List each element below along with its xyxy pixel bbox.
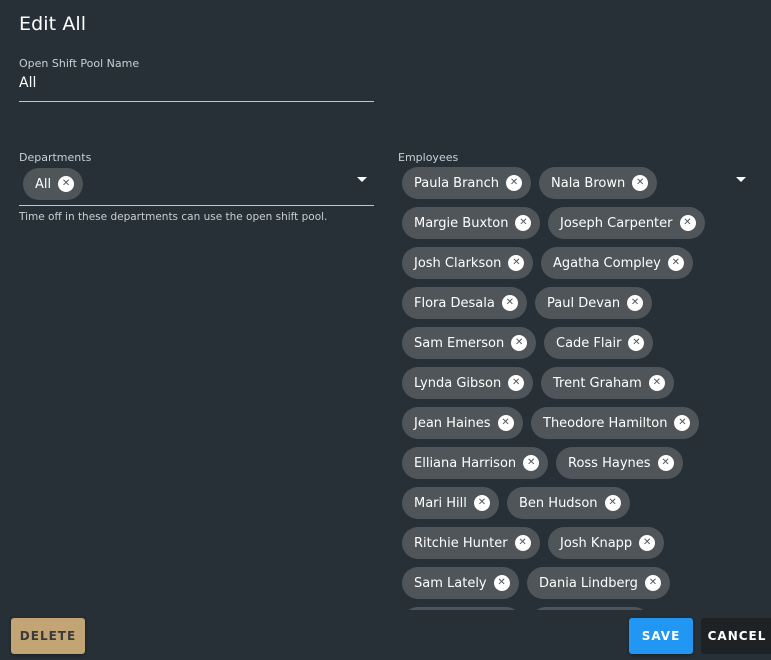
close-circle-icon[interactable]: ✕ xyxy=(639,535,656,551)
employee-chip-label: Cade Flair xyxy=(556,335,622,351)
close-circle-icon[interactable]: ✕ xyxy=(508,375,525,391)
employee-chip: Agatha Compley ✕ xyxy=(541,247,693,279)
employee-chip-label: Josh Clarkson xyxy=(414,255,502,271)
employee-chip: Theodore Hamilton ✕ xyxy=(531,407,700,439)
employee-chip: Sam Emerson ✕ xyxy=(402,327,537,359)
employee-chip-label: Jean Haines xyxy=(414,415,491,431)
employee-chip: Josh Clarkson ✕ xyxy=(402,247,534,279)
employee-chip-label: Mari Hill xyxy=(414,495,467,511)
employee-chip: Trent Graham ✕ xyxy=(541,367,674,399)
employee-chip-label: Paula Branch xyxy=(414,175,500,191)
departments-label: Departments xyxy=(19,151,92,164)
employee-chip-label: Margie Buxton xyxy=(414,215,509,231)
employee-chip: Jean Haines ✕ xyxy=(402,407,523,439)
close-circle-icon[interactable]: ✕ xyxy=(58,176,75,192)
department-chip-label: All xyxy=(35,176,52,192)
close-circle-icon[interactable]: ✕ xyxy=(604,495,621,511)
departments-underline xyxy=(19,205,374,206)
save-button[interactable]: SAVE xyxy=(629,618,693,654)
employee-chip: Nala Brown ✕ xyxy=(539,167,658,199)
close-circle-icon[interactable]: ✕ xyxy=(632,175,649,191)
employee-chip-label: Sam Lately xyxy=(414,575,487,591)
employee-chip-label: Paul Devan xyxy=(547,295,621,311)
employee-chip: Dania Lindberg ✕ xyxy=(527,567,670,599)
close-circle-icon[interactable]: ✕ xyxy=(644,575,661,591)
delete-button[interactable]: DELETE xyxy=(11,618,85,654)
pool-name-input[interactable]: All xyxy=(19,75,36,91)
departments-helper-text: Time off in these departments can use th… xyxy=(19,211,328,223)
employee-chip: Ritchie Hunter ✕ xyxy=(402,527,540,559)
employee-chip: Joseph Carpenter ✕ xyxy=(548,207,705,239)
employee-chip: Ben Hudson ✕ xyxy=(507,487,630,519)
employee-chip: Lynda Gibson ✕ xyxy=(402,367,534,399)
employees-chip-list[interactable]: Paula Branch ✕ Nala Brown ✕ Margie Buxton ✕ Jo… xyxy=(398,162,768,610)
employee-chip-label: Nala Brown xyxy=(551,175,626,191)
employee-chip-label: Ritchie Hunter xyxy=(414,535,508,551)
employee-chip-overflow xyxy=(402,607,522,610)
dialog-title: Edit All xyxy=(19,13,87,35)
employee-chip-label: Joseph Carpenter xyxy=(560,215,673,231)
employee-chip-label: Sam Emerson xyxy=(414,335,505,351)
cancel-button[interactable]: CANCEL xyxy=(701,618,771,654)
pool-name-underline xyxy=(19,101,374,102)
close-circle-icon[interactable]: ✕ xyxy=(515,215,532,231)
employee-chip-label: Ross Haynes xyxy=(568,455,651,471)
close-circle-icon[interactable]: ✕ xyxy=(501,295,518,311)
close-circle-icon[interactable]: ✕ xyxy=(493,575,510,591)
close-circle-icon[interactable]: ✕ xyxy=(506,175,523,191)
close-circle-icon[interactable]: ✕ xyxy=(497,415,514,431)
close-circle-icon[interactable]: ✕ xyxy=(473,495,490,511)
employee-chip: Sam Lately ✕ xyxy=(402,567,519,599)
employee-chip: Josh Knapp ✕ xyxy=(548,527,665,559)
close-circle-icon[interactable]: ✕ xyxy=(667,255,684,271)
employee-chip-label: Josh Knapp xyxy=(560,535,633,551)
employee-chip-label: Ben Hudson xyxy=(519,495,598,511)
employee-chip: Elliana Harrison ✕ xyxy=(402,447,549,479)
close-circle-icon[interactable]: ✕ xyxy=(514,535,531,551)
departments-dropdown-icon[interactable] xyxy=(357,177,367,182)
pool-name-label: Open Shift Pool Name xyxy=(19,57,140,70)
close-circle-icon[interactable]: ✕ xyxy=(508,255,525,271)
close-circle-icon[interactable]: ✕ xyxy=(523,455,540,471)
employee-chip-label: Trent Graham xyxy=(553,375,642,391)
employee-chip: Cade Flair ✕ xyxy=(544,327,654,359)
close-circle-icon[interactable]: ✕ xyxy=(628,335,645,351)
close-circle-icon[interactable]: ✕ xyxy=(627,295,644,311)
employee-chip: Flora Desala ✕ xyxy=(402,287,527,319)
close-circle-icon[interactable]: ✕ xyxy=(679,215,696,231)
employee-chip-label: Dania Lindberg xyxy=(539,575,638,591)
employee-chip: Mari Hill ✕ xyxy=(402,487,499,519)
employee-chip-label: Flora Desala xyxy=(414,295,495,311)
department-chip: All ✕ xyxy=(23,168,84,200)
employee-chip-label: Lynda Gibson xyxy=(414,375,502,391)
employee-chip-label: Agatha Compley xyxy=(553,255,661,271)
employee-chip-label: Elliana Harrison xyxy=(414,455,517,471)
close-circle-icon[interactable]: ✕ xyxy=(648,375,665,391)
close-circle-icon[interactable]: ✕ xyxy=(657,455,674,471)
close-circle-icon[interactable]: ✕ xyxy=(511,335,528,351)
employee-chip: Paul Devan ✕ xyxy=(535,287,653,319)
employee-chip: Ross Haynes ✕ xyxy=(556,447,683,479)
employee-chip: Paula Branch ✕ xyxy=(402,167,532,199)
employee-chip-label: Theodore Hamilton xyxy=(543,415,668,431)
employee-chip-overflow xyxy=(530,607,650,610)
close-circle-icon[interactable]: ✕ xyxy=(674,415,691,431)
employee-chip: Margie Buxton ✕ xyxy=(402,207,541,239)
